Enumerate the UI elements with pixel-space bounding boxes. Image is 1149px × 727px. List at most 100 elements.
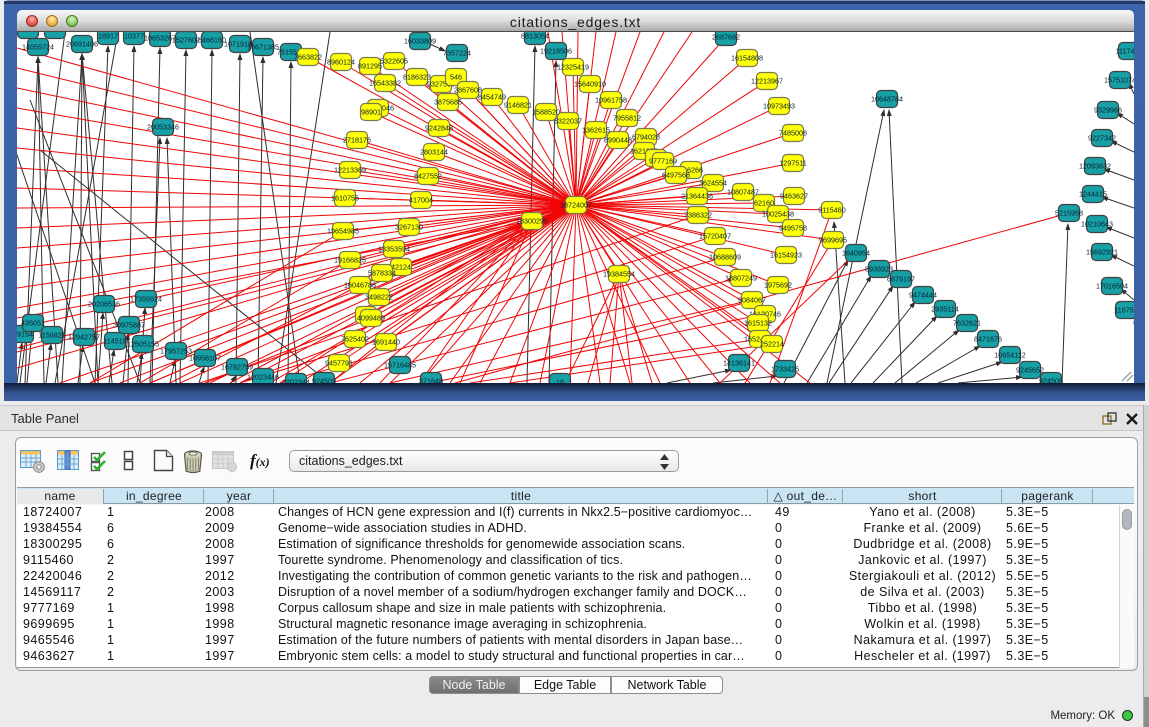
svg-text:546: 546 bbox=[450, 72, 462, 81]
svg-text:16046788: 16046788 bbox=[344, 280, 376, 289]
svg-text:6466160: 6466160 bbox=[198, 35, 226, 44]
svg-text:15640910: 15640910 bbox=[574, 79, 606, 88]
svg-text:7386322: 7386322 bbox=[684, 210, 712, 219]
svg-text:1691440: 1691440 bbox=[372, 337, 400, 346]
svg-text:114519: 114519 bbox=[103, 336, 126, 345]
svg-text:5322605: 5322605 bbox=[380, 56, 408, 65]
svg-text:7357224: 7357224 bbox=[443, 48, 471, 57]
svg-text:9777169: 9777169 bbox=[649, 156, 677, 165]
svg-text:8427552: 8427552 bbox=[414, 171, 442, 180]
svg-text:9227342: 9227342 bbox=[1088, 133, 1116, 142]
svg-text:98901: 98901 bbox=[361, 107, 381, 116]
svg-text:7625402: 7625402 bbox=[341, 334, 369, 343]
svg-text:2687682: 2687682 bbox=[712, 32, 740, 41]
svg-text:1733426: 1733426 bbox=[771, 364, 799, 373]
svg-text:10961758: 10961758 bbox=[595, 95, 627, 104]
svg-text:10377: 10377 bbox=[124, 32, 144, 40]
svg-text:30975887: 30975887 bbox=[113, 320, 145, 329]
svg-text:9084067: 9084067 bbox=[738, 295, 766, 304]
svg-text:19384554: 19384554 bbox=[603, 269, 635, 278]
svg-text:19166825: 19166825 bbox=[334, 255, 366, 264]
svg-text:17016504: 17016504 bbox=[1096, 281, 1128, 290]
svg-text:1156829: 1156829 bbox=[38, 330, 65, 339]
svg-text:1244415: 1244415 bbox=[1079, 189, 1107, 198]
svg-text:12093832: 12093832 bbox=[1079, 161, 1111, 170]
svg-text:9457791: 9457791 bbox=[325, 358, 353, 367]
svg-text:435051: 435051 bbox=[21, 318, 45, 327]
svg-text:252214: 252214 bbox=[760, 339, 784, 348]
svg-text:8938923: 8938923 bbox=[865, 264, 893, 273]
svg-text:18: 18 bbox=[556, 377, 564, 383]
svg-text:16543382: 16543382 bbox=[369, 78, 401, 87]
svg-text:116753: 116753 bbox=[1114, 305, 1134, 314]
svg-text:10025438: 10025438 bbox=[762, 209, 794, 218]
svg-text:7955812: 7955812 bbox=[613, 113, 641, 122]
svg-text:6497568: 6497568 bbox=[662, 170, 690, 179]
svg-text:20053346: 20053346 bbox=[147, 122, 179, 131]
svg-text:9474444: 9474444 bbox=[909, 290, 937, 299]
svg-text:12325419: 12325419 bbox=[557, 62, 589, 71]
svg-text:14136141: 14136141 bbox=[723, 358, 755, 367]
svg-text:12505155: 12505155 bbox=[127, 339, 159, 348]
svg-text:3498222: 3498222 bbox=[365, 292, 393, 301]
svg-text:10654112: 10654112 bbox=[994, 350, 1025, 359]
svg-text:14055724: 14055724 bbox=[22, 42, 54, 51]
svg-text:12213369: 12213369 bbox=[334, 165, 366, 174]
svg-text:4099489: 4099489 bbox=[357, 313, 385, 322]
svg-text:9245652: 9245652 bbox=[1016, 365, 1044, 374]
svg-text:6794028: 6794028 bbox=[632, 132, 660, 141]
svg-text:21364436: 21364436 bbox=[681, 191, 713, 200]
svg-text:10973493: 10973493 bbox=[763, 101, 795, 110]
svg-text:2803144: 2803144 bbox=[420, 147, 448, 156]
svg-text:16033809: 16033809 bbox=[404, 36, 436, 45]
svg-text:8990448: 8990448 bbox=[604, 135, 632, 144]
svg-text:12213967: 12213967 bbox=[751, 76, 783, 85]
svg-text:2718176: 2718176 bbox=[343, 135, 371, 144]
svg-text:7485008: 7485008 bbox=[779, 128, 807, 137]
svg-text:20206536: 20206536 bbox=[88, 299, 120, 308]
svg-text:12023446: 12023446 bbox=[247, 372, 279, 381]
svg-text:1975692: 1975692 bbox=[764, 280, 792, 289]
svg-text:19218506: 19218506 bbox=[540, 46, 572, 55]
svg-text:371648: 371648 bbox=[419, 376, 443, 383]
svg-text:18917: 18917 bbox=[98, 32, 118, 40]
svg-text:8454749: 8454749 bbox=[478, 92, 506, 101]
svg-text:3624554: 3624554 bbox=[699, 178, 727, 187]
svg-text:10807487: 10807487 bbox=[727, 187, 759, 196]
svg-text:5215958: 5215958 bbox=[1055, 208, 1083, 217]
svg-text:9463627: 9463627 bbox=[780, 191, 808, 200]
svg-text:10648784: 10648784 bbox=[871, 94, 903, 103]
svg-text:1117434: 1117434 bbox=[1116, 46, 1134, 55]
svg-text:924509: 924509 bbox=[312, 376, 336, 383]
svg-text:8322037: 8322037 bbox=[554, 116, 582, 125]
svg-text:9495758: 9495758 bbox=[779, 223, 807, 232]
svg-text:1610755: 1610755 bbox=[331, 193, 359, 202]
svg-text:9242848: 9242848 bbox=[425, 123, 453, 132]
svg-text:15751074: 15751074 bbox=[1104, 75, 1134, 84]
svg-text:1588520: 1588520 bbox=[532, 107, 560, 116]
svg-text:3875685: 3875685 bbox=[434, 97, 462, 106]
svg-text:10688609: 10688609 bbox=[709, 252, 741, 261]
svg-text:10958107: 10958107 bbox=[189, 353, 221, 362]
svg-text:417004: 417004 bbox=[409, 195, 433, 204]
svg-text:3267130: 3267130 bbox=[395, 222, 423, 231]
svg-text:15692921: 15692921 bbox=[1086, 247, 1118, 256]
svg-text:1362615: 1362615 bbox=[582, 125, 610, 134]
svg-text:1297511: 1297511 bbox=[779, 158, 806, 167]
svg-text:9146821: 9146821 bbox=[504, 100, 532, 109]
svg-text:2935114: 2935114 bbox=[931, 304, 958, 313]
svg-text:6879197: 6879197 bbox=[887, 274, 915, 283]
svg-text:16154923: 16154923 bbox=[770, 250, 802, 259]
svg-text:9699695: 9699695 bbox=[819, 235, 847, 244]
svg-text:15716485: 15716485 bbox=[384, 360, 416, 369]
svg-text:17359924: 17359924 bbox=[130, 294, 162, 303]
svg-text:18300295: 18300295 bbox=[516, 216, 548, 225]
svg-text:18724007: 18724007 bbox=[560, 200, 592, 209]
svg-text:1640954: 1640954 bbox=[842, 248, 870, 257]
svg-text:19654985: 19654985 bbox=[327, 226, 359, 235]
svg-text:13353594: 13353594 bbox=[378, 244, 410, 253]
svg-text:1615132: 1615132 bbox=[744, 318, 772, 327]
svg-text:924505: 924505 bbox=[1039, 376, 1063, 383]
svg-text:7632621: 7632621 bbox=[953, 318, 981, 327]
svg-text:891295: 891295 bbox=[358, 61, 382, 70]
